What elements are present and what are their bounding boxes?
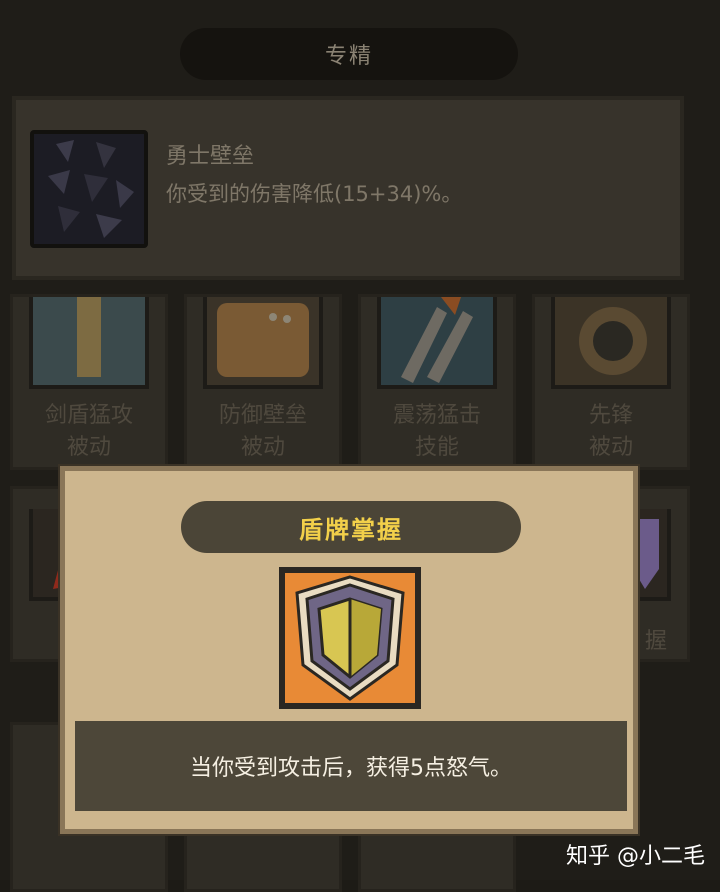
golden-shield-icon — [285, 573, 415, 703]
skill-detail-popup[interactable]: 盾牌掌握 当你受到攻击后，获得5点怒气。 — [60, 466, 638, 834]
skill-tile[interactable]: 震荡猛击 技能 — [358, 294, 516, 470]
selected-skill-panel[interactable]: 勇士壁垒 你受到的伤害降低(15+34)%。 — [12, 96, 684, 280]
gauntlet-icon — [551, 297, 671, 389]
popup-description-bar: 当你受到攻击后，获得5点怒气。 — [75, 721, 627, 811]
specialization-header: 专精 — [180, 28, 518, 80]
skill-tile-name: 剑盾猛攻 — [44, 403, 133, 428]
popup-title-bar: 盾牌掌握 — [181, 501, 521, 553]
skill-tile[interactable]: 剑盾猛攻 被动 — [10, 294, 168, 470]
skill-name: 勇士壁垒 — [166, 144, 255, 169]
swords-icon — [377, 297, 497, 389]
skill-tile[interactable]: 先锋 被动 — [532, 294, 690, 470]
header-title: 专精 — [324, 44, 373, 69]
skill-tile-name: 防御壁垒 — [218, 403, 307, 428]
skill-tile-name: 先锋 — [588, 403, 633, 428]
sword-shield-icon — [29, 297, 149, 389]
watermark: 知乎 @小二毛 — [566, 844, 705, 869]
skill-icon-frame — [30, 130, 148, 248]
dark-shard-icon — [34, 134, 144, 244]
popup-icon-frame — [279, 567, 421, 709]
popup-description: 当你受到攻击后，获得5点怒气。 — [190, 756, 512, 781]
skill-tile-type: 被动 — [240, 435, 285, 460]
skill-tile-type: 被动 — [588, 435, 633, 460]
skill-description: 你受到的伤害降低(15+34)%。 — [166, 182, 463, 206]
skill-tile[interactable]: 防御壁垒 被动 — [184, 294, 342, 470]
wooden-shield-icon — [203, 297, 323, 389]
popup-title: 盾牌掌握 — [299, 515, 403, 544]
skill-tile-type: 被动 — [66, 435, 111, 460]
skill-tile-type: 技能 — [414, 435, 459, 460]
skill-tile-name: 震荡猛击 — [392, 403, 481, 428]
